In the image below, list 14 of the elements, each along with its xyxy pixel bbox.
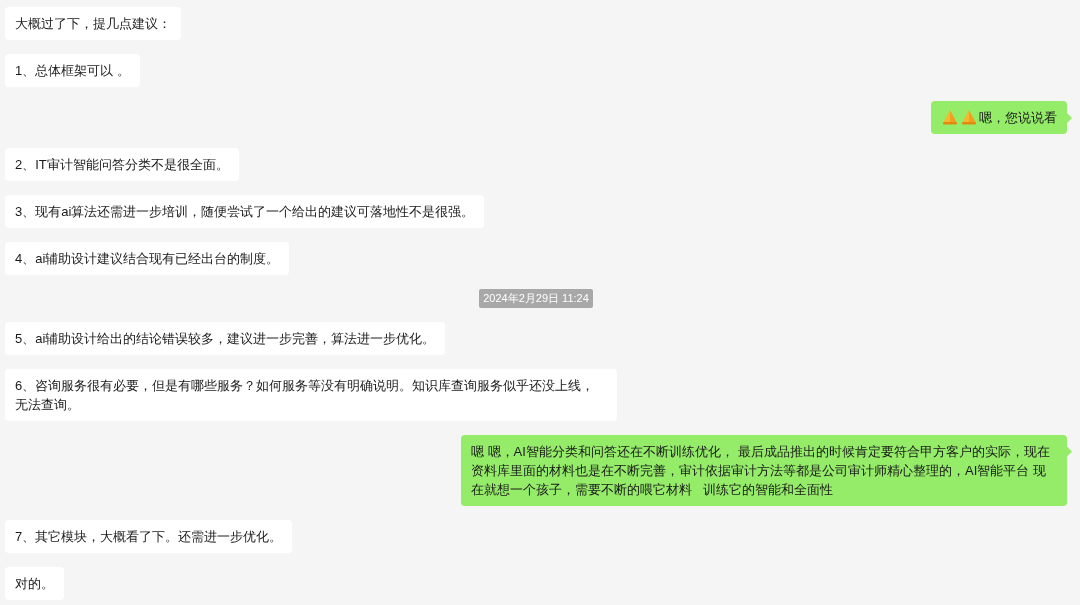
sent-message-bubble: 嗯，您说说看 — [931, 101, 1067, 134]
received-message-bubble: 1、总体框架可以 。 — [5, 54, 140, 87]
received-message-bubble: 5、ai辅助设计给出的结论错误较多，建议进一步完善，算法进一步优化。 — [5, 321, 446, 355]
received-message-bubble: 大概过了下，提几点建议： — [5, 7, 181, 40]
received-message-bubble: 7、其它模块，大概看了下。还需进一步优化。 — [5, 519, 293, 553]
received-message-bubble: 3、现有ai算法还需进一步培训，随便尝试了一个给出的建议可落地性不是很强。 — [5, 195, 485, 228]
received-message-bubble: 6、咨询服务很有必要，但是有哪些服务？如何服务等没有明确说明。知识库查询服务似乎还没上线，无法查询。 — [5, 368, 617, 421]
bubble-tail — [1067, 113, 1072, 123]
bubble-tail — [1067, 446, 1072, 457]
received-message-bubble: 2、IT审计智能问答分类不是很全面。 — [5, 148, 239, 181]
received-message-bubble: 对的。 — [5, 566, 64, 600]
received-message-bubble: 4、ai辅助设计建议结合现有已经出台的制度。 — [5, 242, 290, 275]
timestamp: 2024年2月29日 11:24 — [479, 289, 593, 308]
sent-message-bubble: 嗯 嗯，AI智能分类和问答还在不断训练优化， 最后成品推出的时候肯定要符合甲方客户的实际，现在资料库里面的材料也是在不断完善，审计依据审计方法等都是公司审计师精心整理的，AI智能平台 现在就想一个孩子，需要不断的喂它材料 训练它的智能和全面性 — [461, 434, 1067, 506]
